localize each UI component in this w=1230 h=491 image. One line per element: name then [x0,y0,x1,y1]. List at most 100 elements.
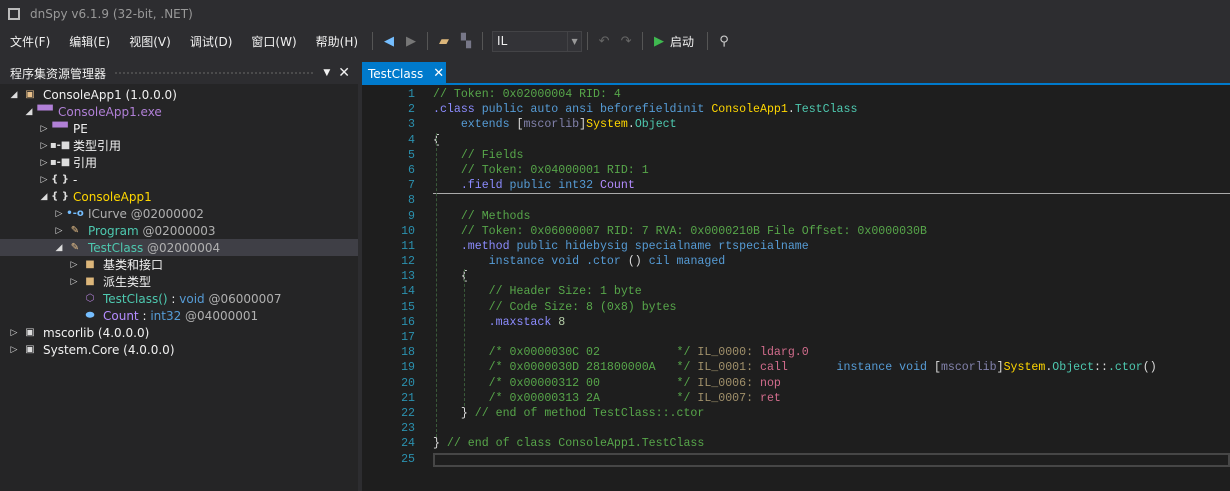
code-token: Object [1052,361,1095,375]
menu-file[interactable]: 文件(F) [0,33,59,50]
code-line: 6 // Token: 0x04000001 RID: 1 [362,163,1230,178]
menu-debug[interactable]: 调试(D) [180,33,242,50]
code-token: .method [433,239,510,253]
line-number: 24 [401,437,415,451]
save-all-icon[interactable]: ▚ [456,31,476,51]
line-number: 17 [401,331,415,344]
line-number: 9 [408,209,415,223]
collapse-icon[interactable]: ◢ [53,243,65,253]
collapse-icon[interactable]: ◢ [38,192,50,202]
code-line: 3 extends [mscorlib]System.Object [362,117,1230,132]
code-text: .field public int32 Count [433,178,635,193]
code-editor: TestClass ✕ 1 // Token: 0x02000004 RID: 4… [362,62,1230,491]
tree-item[interactable]: ⬬ Count : int32 @04000001 [0,307,358,324]
line-number: 21 [401,391,415,405]
code-view[interactable]: 1 // Token: 0x02000004 RID: 4 2 .class publ… [362,87,1230,467]
code-token: mscorlib [940,361,997,375]
expand-icon[interactable]: ▷ [8,328,20,338]
line-number: 1 [408,88,415,101]
code-token: // Fields [433,148,524,162]
code-token: mscorlib [523,118,580,132]
code-token: extends [433,118,517,132]
code-token: ldarg.0 [753,346,809,360]
tree-item[interactable]: ▷{ } - [0,171,358,188]
code-line: 24} // end of class ConsoleApp1.TestClas… [362,436,1230,451]
code-line: 10 // Token: 0x06000007 RID: 7 RVA: 0x00… [362,224,1230,239]
code-token: /* 0x00000312 00 */ [433,376,698,390]
tree-item[interactable]: ▷ ▀▀ PE [0,120,358,137]
close-tab-icon[interactable]: ✕ [433,66,444,81]
code-token: IL_0000: [697,346,754,360]
tree-item[interactable]: ▷ ■ 派生类型 [0,273,358,290]
expand-icon[interactable]: ▷ [68,277,80,287]
chevron-down-icon[interactable]: ▼ [567,31,581,51]
expand-icon[interactable]: ▷ [38,124,50,134]
line-number: 18 [401,346,415,360]
expand-icon[interactable]: ▷ [68,260,80,270]
line-number: 12 [401,255,415,269]
tab-testclass[interactable]: TestClass ✕ [362,62,446,85]
folder-icon: ■ [85,276,95,287]
expand-icon[interactable]: ▷ [53,209,65,219]
menu-edit[interactable]: 编辑(E) [59,33,119,50]
code-token: ret [753,391,781,405]
module-icon: ▀▀ [37,106,53,117]
language-value: IL [497,34,508,48]
tree-item-label: mscorlib (4.0.0.0) [43,325,150,340]
forward-icon[interactable]: ▶ [401,31,421,51]
tree-item[interactable]: ▷ ▪-■ 引用 [0,154,358,171]
tree-item[interactable]: ◢ ▣ ConsoleApp1 (1.0.0.0) [0,86,358,103]
tree-item[interactable]: ▷ ✎ Program @02000003 [0,222,358,239]
panel-menu-icon[interactable]: ▼ [323,68,330,78]
tree-item[interactable]: ◢ ▀▀ ConsoleApp1.exe [0,103,358,120]
code-token: // end of class ConsoleApp1.TestClass [446,437,705,451]
code-token: TestClass [794,103,858,117]
code-token: } [433,406,475,420]
search-icon[interactable]: ⚲ [714,31,734,51]
tree-item[interactable]: ▷ ▣ mscorlib (4.0.0.0) [0,324,358,341]
tree-item-label: @02000002 [126,206,204,221]
code-token: () [620,255,649,269]
redo-icon[interactable]: ↷ [616,31,636,51]
start-icon[interactable]: ▶ [649,31,669,51]
tree-item-label: System.Core (4.0.0.0) [43,342,175,357]
back-icon[interactable]: ◀ [379,31,399,51]
collapse-icon[interactable]: ◢ [23,107,35,117]
tree-item[interactable]: ▷ ▣ System.Core (4.0.0.0) [0,341,358,358]
tree-item[interactable]: ⬡ TestClass() : void @06000007 [0,290,358,307]
code-token: { [433,270,468,284]
start-button[interactable]: 启动 [670,33,694,50]
expand-icon[interactable]: ▷ [53,226,65,236]
code-line: 15 // Code Size: 8 (0x8) bytes [362,300,1230,315]
drag-grip[interactable] [114,70,316,76]
expand-icon[interactable]: ▷ [38,158,50,168]
code-line: 1 // Token: 0x02000004 RID: 4 [362,87,1230,102]
open-icon[interactable]: ▰ [434,31,454,51]
line-number: 2 [408,103,415,117]
expand-icon[interactable]: ▷ [38,175,50,185]
code-line: 20 /* 0x00000312 00 */ IL_0006: nop [362,376,1230,391]
line-number: 15 [401,300,415,314]
collapse-icon[interactable]: ◢ [8,90,20,100]
panel-header: 程序集资源管理器 ▼ ✕ [0,62,358,84]
tree-item[interactable]: ▷ ▪-■ 类型引用 [0,137,358,154]
menu-window[interactable]: 窗口(W) [241,33,305,50]
language-select[interactable]: IL ▼ [492,30,583,52]
undo-icon[interactable]: ↶ [594,31,614,51]
menu-view[interactable]: 视图(V) [119,33,180,50]
menu-help[interactable]: 帮助(H) [306,33,367,50]
assembly-icon: ▣ [25,89,35,100]
expand-icon[interactable]: ▷ [38,141,50,151]
tree-item[interactable]: ▷ ■ 基类和接口 [0,256,358,273]
indent-guide [464,269,465,407]
tree-item[interactable]: ◢ ✎ TestClass @02000004 [0,239,358,256]
expand-icon[interactable]: ▷ [8,345,20,355]
line-number: 23 [401,422,415,436]
close-icon[interactable]: ✕ [338,65,350,81]
tree-item[interactable]: ◢{ } ConsoleApp1 [0,188,358,205]
tree-item[interactable]: ▷ •-o ICurve @02000002 [0,205,358,222]
tree-item-label: PE [73,121,88,136]
code-token: 8 [551,315,566,329]
code-line: 19 /* 0x0000030D 281800000A */ IL_0001: … [362,360,1230,375]
code-text [433,452,1230,467]
